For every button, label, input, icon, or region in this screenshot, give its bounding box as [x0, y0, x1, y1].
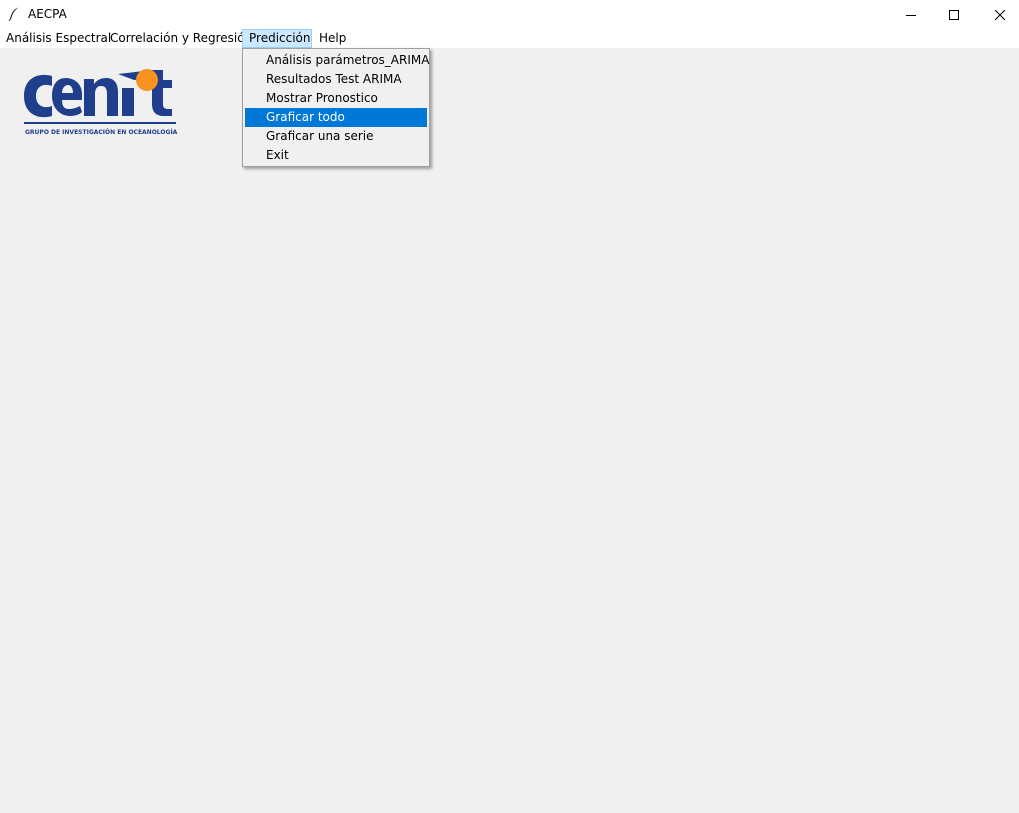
app-window: AECPA Análisis Espectral Correlación y R…: [0, 0, 1019, 813]
menu-item-mostrar-pronostico[interactable]: Mostrar Pronostico: [245, 89, 427, 108]
menu-item-analisis-parametros-arima[interactable]: Análisis parámetros_ARIMA: [245, 51, 429, 70]
close-button[interactable]: [977, 0, 1019, 29]
menu-item-exit[interactable]: Exit: [245, 146, 427, 165]
cenit-logo-graphic: GRUPO DE INVESTIGACIÓN EN OCEANOLOGÍA: [24, 69, 178, 136]
minimize-button[interactable]: [888, 0, 934, 29]
menu-item-graficar-una-serie[interactable]: Graficar una serie: [245, 127, 427, 146]
menu-prediccion[interactable]: Predicción: [242, 29, 312, 48]
menu-item-graficar-todo[interactable]: Graficar todo: [245, 108, 427, 127]
prediccion-dropdown: Análisis parámetros_ARIMA Resultados Tes…: [242, 48, 430, 167]
menu-help[interactable]: Help: [313, 29, 352, 48]
minimize-icon: [906, 14, 916, 16]
feather-icon: [8, 7, 19, 21]
menu-analisis-espectral[interactable]: Análisis Espectral: [0, 29, 117, 48]
cenit-logo: GRUPO DE INVESTIGACIÓN EN OCEANOLOGÍA: [22, 64, 180, 140]
window-title: AECPA: [28, 7, 67, 21]
menu-bar: Análisis Espectral Correlación y Regresi…: [0, 29, 1019, 48]
maximize-icon: [949, 9, 959, 20]
title-bar[interactable]: AECPA: [0, 0, 1019, 29]
maximize-button[interactable]: [931, 0, 977, 29]
menu-correlacion-regresion[interactable]: Correlación y Regresión: [104, 29, 258, 48]
svg-text:GRUPO DE INVESTIGACIÓN EN OCEA: GRUPO DE INVESTIGACIÓN EN OCEANOLOGÍA: [25, 128, 178, 136]
menu-item-resultados-test-arima[interactable]: Resultados Test ARIMA: [245, 70, 427, 89]
close-icon: [995, 9, 1005, 20]
